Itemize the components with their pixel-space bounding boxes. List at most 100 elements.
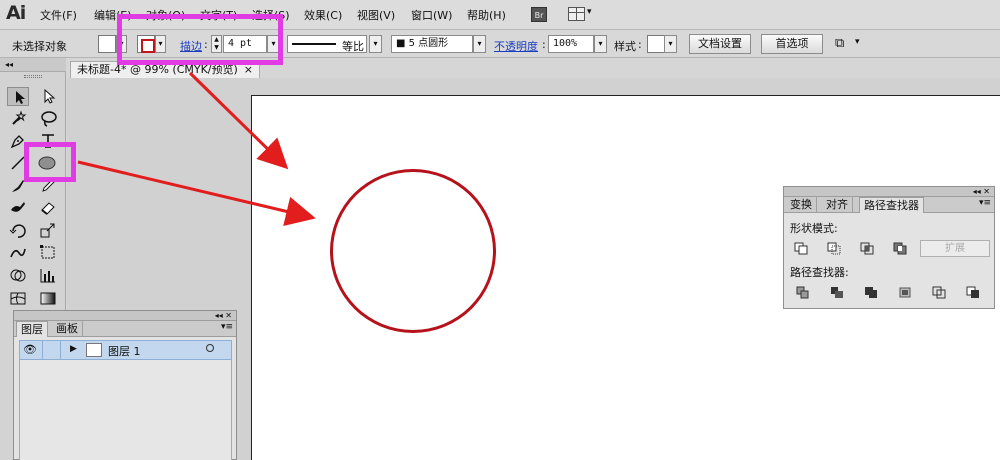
graphic-style-swatch[interactable] [647, 35, 665, 53]
document-setup-button[interactable]: 文档设置 [689, 34, 751, 54]
intersect-button[interactable] [860, 242, 874, 255]
shape-builder-icon [10, 269, 26, 282]
outline-button[interactable] [932, 286, 946, 299]
merge-icon [865, 287, 877, 298]
tab-layers[interactable]: 图层 [16, 321, 48, 337]
bridge-button[interactable]: Br [531, 7, 547, 22]
chevron-down-icon: ▾ [587, 7, 592, 17]
expand-triangle-icon[interactable]: ▶ [70, 344, 77, 354]
menu-help[interactable]: 帮助(H) [467, 7, 506, 23]
layer-name[interactable]: 图层 1 [108, 343, 141, 359]
shape-modes-text: 形状模式 [790, 222, 834, 235]
opacity-field[interactable]: 100% [548, 35, 594, 53]
brush-label: 5 点圆形 [408, 38, 449, 49]
profile-label: 等比 [342, 40, 364, 53]
crop-icon [899, 287, 911, 298]
stroke-highlight-box [117, 14, 283, 65]
menu-file[interactable]: 文件(F) [40, 7, 77, 23]
selection-tool[interactable] [7, 87, 29, 106]
arrange-grid-icon [568, 7, 585, 21]
scale-icon [40, 223, 55, 238]
magic-wand-tool[interactable] [7, 109, 29, 128]
opacity-link[interactable]: 不透明度 [494, 38, 538, 54]
free-transform-tool[interactable] [37, 243, 59, 262]
lasso-tool[interactable] [37, 109, 59, 128]
chevron-down-icon[interactable]: ▾ [855, 37, 860, 47]
profile-dropdown[interactable]: ▾ [369, 35, 382, 53]
tab-artboards[interactable]: 画板 [52, 321, 83, 337]
preferences-button[interactable]: 首选项 [761, 34, 823, 54]
scale-tool[interactable] [37, 221, 59, 240]
graph-icon [40, 269, 55, 283]
merge-button[interactable] [864, 286, 878, 299]
tools-panel-header[interactable]: ◂◂ [0, 58, 66, 72]
shape-builder-tool[interactable] [7, 266, 29, 285]
tab-transform[interactable]: 变换 [786, 197, 817, 213]
tab-pathfinder[interactable]: 路径查找器 [859, 197, 924, 213]
lasso-icon [41, 111, 57, 127]
profile-line-sample [292, 43, 336, 45]
rotate-icon [9, 224, 26, 238]
panel-menu-icon[interactable]: ▾≡ [979, 198, 991, 208]
minus-back-button[interactable] [966, 286, 980, 299]
layers-panel: ◂◂ ✕ 图层 画板 ▾≡ 👁 ▶ 图层 1 [13, 310, 237, 460]
pathfinders-text: 路径查找器 [790, 266, 845, 279]
menu-window[interactable]: 窗口(W) [411, 7, 452, 23]
opacity-dropdown[interactable]: ▾ [594, 35, 607, 53]
unite-button[interactable] [794, 242, 808, 255]
eraser-icon [41, 202, 55, 215]
layer-thumbnail [86, 343, 102, 357]
divide-button[interactable] [796, 286, 810, 299]
minus-back-icon [966, 286, 979, 298]
exclude-button[interactable] [893, 242, 907, 255]
direct-selection-tool-icon [44, 88, 56, 104]
tab-align[interactable]: 对齐 [822, 197, 853, 213]
gradient-icon [40, 292, 56, 305]
outline-icon [932, 286, 946, 299]
eye-icon[interactable]: 👁 [23, 343, 37, 356]
divide-icon [796, 286, 809, 299]
layer-divider [60, 341, 61, 359]
layers-tabs: 图层 画板 ▾≡ [14, 321, 236, 337]
style-colon: : [638, 38, 642, 51]
free-transform-icon [40, 245, 55, 259]
panel-collapse-bar[interactable]: ◂◂ ✕ [784, 187, 994, 197]
mesh-icon [10, 292, 26, 305]
pathfinders-label: 路径查找器: [790, 266, 849, 279]
graph-tool[interactable] [37, 266, 59, 285]
brush-definition-field[interactable]: ■ 5 点圆形 [391, 35, 473, 53]
selection-tool-icon [16, 91, 25, 104]
blob-brush-tool[interactable] [7, 198, 29, 217]
direct-selection-tool[interactable] [37, 87, 59, 106]
minus-front-button[interactable] [827, 242, 841, 255]
red-circle-shape[interactable] [330, 169, 496, 333]
warp-icon [10, 248, 26, 258]
graphic-style-dropdown[interactable]: ▾ [664, 35, 677, 53]
target-icon[interactable] [206, 344, 214, 352]
pathfinder-tabs: 变换 对齐 路径查找器 ▾≡ [784, 197, 994, 213]
fill-swatch[interactable] [98, 35, 116, 53]
layers-menu-icon[interactable]: ▾≡ [221, 322, 233, 332]
minus-front-icon [827, 242, 841, 255]
panel-grip[interactable] [24, 75, 42, 78]
expand-button[interactable]: 扩展 [920, 240, 990, 257]
brush-dropdown[interactable]: ▾ [473, 35, 486, 53]
arrange-icon[interactable]: ⧉ [835, 36, 844, 51]
mesh-tool[interactable] [7, 289, 29, 308]
arrange-documents-button[interactable]: ▾ [568, 6, 596, 23]
magic-wand-icon [12, 110, 27, 125]
menu-effect[interactable]: 效果(C) [304, 7, 342, 23]
gradient-tool[interactable] [37, 289, 59, 308]
app-logo: Ai [6, 2, 26, 24]
eraser-tool[interactable] [37, 198, 59, 217]
crop-button[interactable] [898, 286, 912, 299]
blob-brush-icon [11, 202, 25, 212]
menu-view[interactable]: 视图(V) [357, 7, 395, 23]
warp-tool[interactable] [7, 243, 29, 262]
trim-button[interactable] [830, 286, 844, 299]
trim-icon [831, 287, 843, 298]
rotate-tool[interactable] [7, 221, 29, 240]
layers-collapse-bar[interactable]: ◂◂ ✕ [14, 311, 236, 321]
exclude-icon [893, 242, 907, 255]
layer-row[interactable]: 👁 ▶ 图层 1 [19, 340, 232, 360]
